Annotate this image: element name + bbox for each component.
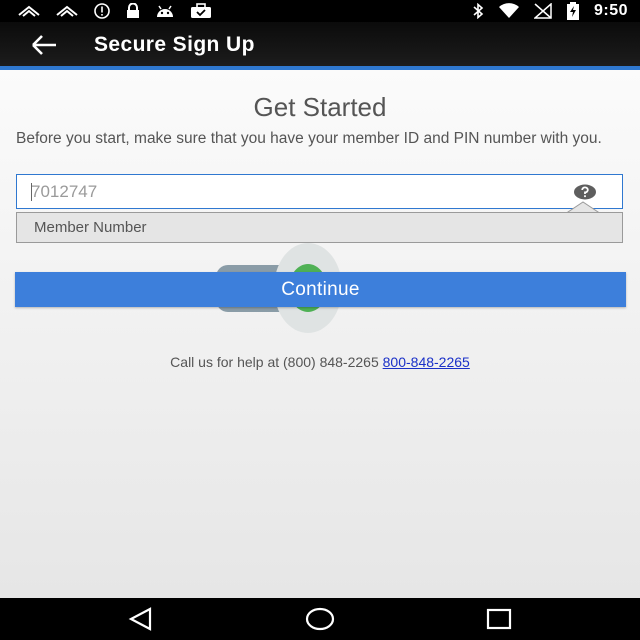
navigation-bar	[0, 598, 640, 640]
battery-charging-icon	[566, 2, 579, 20]
member-id-input[interactable]	[16, 174, 623, 209]
recents-square-icon[interactable]	[486, 607, 512, 631]
page-title: Secure Sign Up	[94, 33, 255, 56]
help-phone-link[interactable]: 800-848-2265	[383, 354, 470, 370]
sign-up-form: Get Started Before you start, make sure …	[0, 70, 640, 598]
back-triangle-icon[interactable]	[128, 607, 154, 631]
help-text: Call us for help at (800) 848-2265	[170, 354, 379, 370]
briefcase-icon	[191, 3, 211, 18]
intro-text: Before you start, make sure that you hav…	[16, 130, 602, 147]
signal-icon	[56, 5, 78, 17]
alert-icon	[94, 3, 110, 19]
lock-icon	[127, 3, 139, 18]
status-bar: 9:50	[0, 0, 640, 22]
back-arrow-icon[interactable]	[30, 34, 58, 56]
no-signal-icon	[533, 3, 552, 19]
bluetooth-icon	[473, 3, 484, 19]
help-line: Call us for help at (800) 848-2265 800-8…	[0, 354, 640, 370]
home-circle-icon[interactable]	[305, 607, 335, 631]
member-number-tooltip: Member Number	[16, 212, 623, 243]
form-heading: Get Started	[253, 92, 387, 122]
app-bar: Secure Sign Up	[0, 22, 640, 70]
continue-button[interactable]: Continue	[15, 272, 626, 307]
wifi-icon	[498, 3, 519, 18]
clock-time: 9:50	[593, 2, 628, 19]
android-icon	[157, 5, 173, 17]
question-icon[interactable]	[573, 184, 597, 200]
text-cursor	[31, 183, 32, 201]
signal-icon	[18, 5, 40, 17]
